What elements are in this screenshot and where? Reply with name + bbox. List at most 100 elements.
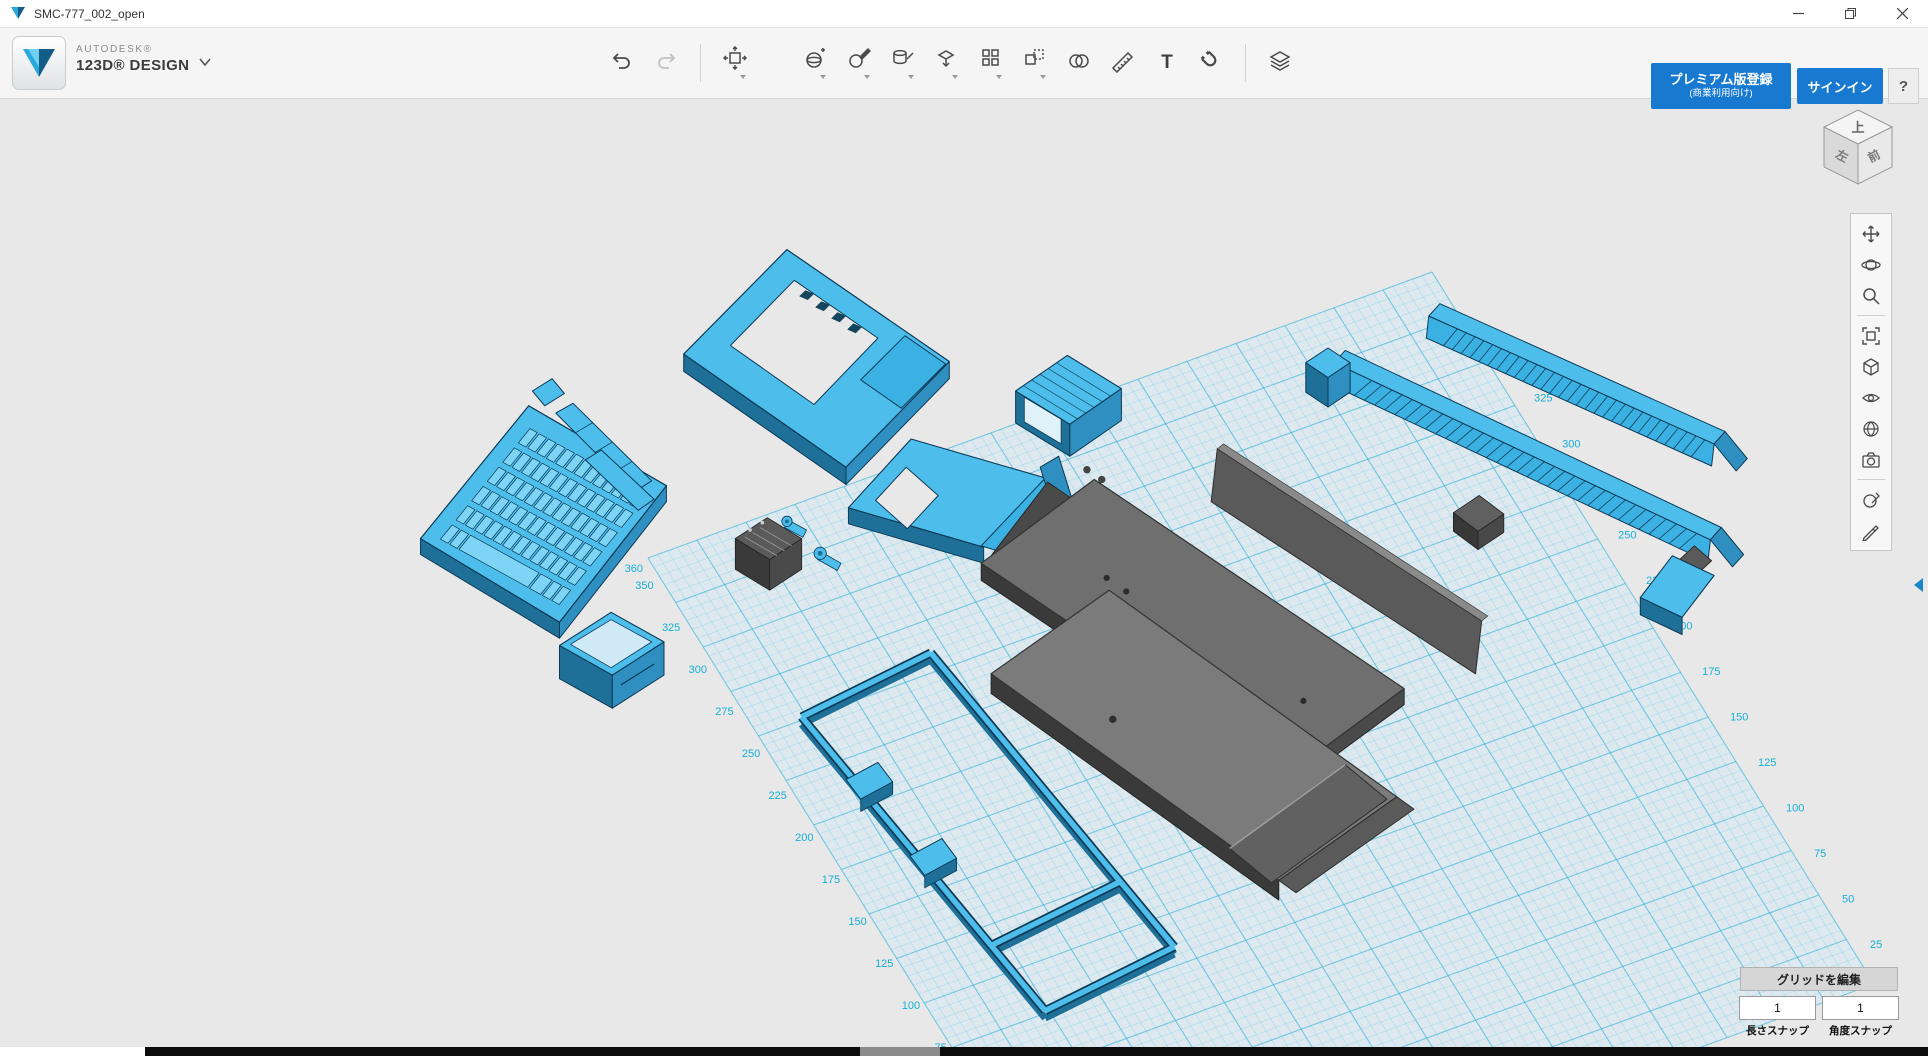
app-menu-button[interactable]	[12, 36, 66, 90]
visibility-nav-button[interactable]	[1855, 382, 1887, 413]
drive-part[interactable]	[560, 612, 665, 708]
toolbar-spacer	[757, 62, 793, 63]
zoom-icon	[1861, 286, 1881, 306]
fit-nav-button[interactable]	[1855, 320, 1887, 351]
toolbar-separator	[1245, 44, 1246, 82]
dropdown-caret-icon	[996, 75, 1002, 79]
foot-bracket-part[interactable]	[1640, 546, 1714, 635]
orbit-nav-button[interactable]	[1855, 249, 1887, 280]
undo-tool-button[interactable]	[605, 41, 639, 85]
fit-icon	[1861, 326, 1881, 346]
construct-icon	[891, 46, 915, 73]
combine-tool-button[interactable]	[1062, 41, 1096, 85]
minimize-icon	[1793, 8, 1804, 19]
layers-tool-button[interactable]	[1263, 41, 1297, 85]
help-button[interactable]: ?	[1888, 68, 1919, 104]
redo-tool-button[interactable]	[649, 41, 683, 85]
modify-tool-button[interactable]	[930, 41, 964, 85]
premium-register-label: プレミアム版登録	[1669, 72, 1772, 88]
bottom-strip-segment	[940, 1047, 1928, 1056]
dropdown-caret-icon	[820, 75, 826, 79]
restore-button[interactable]	[1824, 0, 1876, 27]
edit-grid-button[interactable]: グリッドを編集	[1740, 967, 1898, 991]
premium-register-sublabel: (商業利用向け)	[1689, 88, 1752, 100]
brand-block: AUTODESK® 123D® DESIGN	[76, 44, 189, 75]
window-controls	[1772, 0, 1928, 27]
bottom-strip-segment	[145, 1047, 860, 1056]
grouping-tool-button[interactable]	[1018, 41, 1052, 85]
primitives-tool-button[interactable]	[798, 41, 832, 85]
angle-snap-input[interactable]	[1822, 996, 1899, 1020]
layers-icon	[1268, 49, 1292, 76]
grid-axis-value: 150	[848, 916, 866, 928]
signin-button[interactable]: サインイン	[1797, 68, 1883, 104]
transform-tool-button[interactable]	[718, 41, 752, 85]
pattern-icon	[979, 46, 1003, 73]
zoom-nav-button[interactable]	[1855, 280, 1887, 311]
chevron-down-icon[interactable]	[198, 57, 212, 67]
bottom-edge-strip	[0, 1047, 1928, 1056]
annotate-icon	[1861, 521, 1881, 541]
pan-nav-button[interactable]	[1855, 218, 1887, 249]
window-title: SMC-777_002_open	[34, 7, 145, 21]
grid-axis-value: 225	[769, 790, 787, 802]
text-tool-button[interactable]: T	[1150, 41, 1184, 85]
display-style-nav-button[interactable]	[1855, 413, 1887, 444]
annotate-nav-button[interactable]	[1855, 515, 1887, 546]
grid-axis-value: 175	[1702, 666, 1720, 678]
material-nav-button[interactable]	[1855, 484, 1887, 515]
display-style-icon	[1861, 419, 1881, 439]
grid-axis-value: 100	[902, 1000, 920, 1012]
home-view-nav-button[interactable]	[1855, 351, 1887, 382]
grid-axis-value: 200	[795, 832, 813, 844]
grid-axis-value: 250	[742, 748, 760, 760]
grouping-icon	[1023, 46, 1047, 73]
grid-axis-value: 275	[715, 706, 733, 718]
window-titlebar: SMC-777_002_open	[0, 0, 1928, 28]
undo-icon	[610, 49, 634, 76]
primitives-icon	[803, 46, 827, 73]
length-snap-group: 長さスナップ	[1740, 996, 1815, 1038]
construct-tool-button[interactable]	[886, 41, 920, 85]
grid-axis-value: 360	[625, 563, 643, 575]
sketch-icon	[847, 46, 871, 73]
dropdown-caret-icon	[1040, 75, 1046, 79]
navigation-toolbar	[1850, 213, 1892, 551]
grid-axis-value: 350	[635, 580, 653, 592]
grid-axis-value: 125	[1758, 757, 1776, 769]
grid-axis-value: 150	[1730, 711, 1748, 723]
grid-axis-value: 325	[1534, 393, 1552, 405]
angle-snap-group: 角度スナップ	[1823, 996, 1898, 1038]
dropdown-caret-icon	[740, 75, 746, 79]
screenshot-nav-button[interactable]	[1855, 444, 1887, 475]
premium-register-button[interactable]: プレミアム版登録 (商業利用向け)	[1651, 63, 1791, 109]
length-snap-label: 長さスナップ	[1746, 1023, 1809, 1038]
home-view-icon	[1861, 357, 1881, 377]
restore-icon	[1845, 8, 1856, 19]
pattern-tool-button[interactable]	[974, 41, 1008, 85]
bottom-strip-segment	[860, 1047, 940, 1056]
viewport-canvas[interactable]: 3603503253002752502252001751501251007550…	[0, 0, 1928, 1056]
keyboard-part[interactable]	[421, 406, 667, 638]
sketch-tool-button[interactable]	[842, 41, 876, 85]
length-snap-input[interactable]	[1739, 996, 1816, 1020]
minimize-button[interactable]	[1772, 0, 1824, 27]
grid-axis-value: 175	[822, 874, 840, 886]
snap-tool-button[interactable]	[1194, 41, 1228, 85]
tools-row: T	[600, 27, 1302, 98]
grid-settings-panel: グリッドを編集 長さスナップ 角度スナップ	[1740, 967, 1898, 1038]
transform-icon	[723, 46, 747, 73]
toolbar-separator	[700, 44, 701, 82]
grid-axis-value: 250	[1618, 529, 1636, 541]
panel-collapse-arrow-icon[interactable]	[1914, 578, 1923, 592]
brand-autodesk: AUTODESK®	[76, 44, 189, 57]
grid-axis-value: 25	[1870, 939, 1882, 951]
view-cube[interactable]: 上 左 前	[1812, 100, 1904, 192]
close-button[interactable]	[1876, 0, 1928, 27]
combine-icon	[1067, 49, 1091, 76]
grid-axis-value: 100	[1786, 802, 1804, 814]
pan-icon	[1861, 224, 1881, 244]
orbit-icon	[1861, 255, 1881, 275]
dropdown-caret-icon	[908, 75, 914, 79]
measure-tool-button[interactable]	[1106, 41, 1140, 85]
